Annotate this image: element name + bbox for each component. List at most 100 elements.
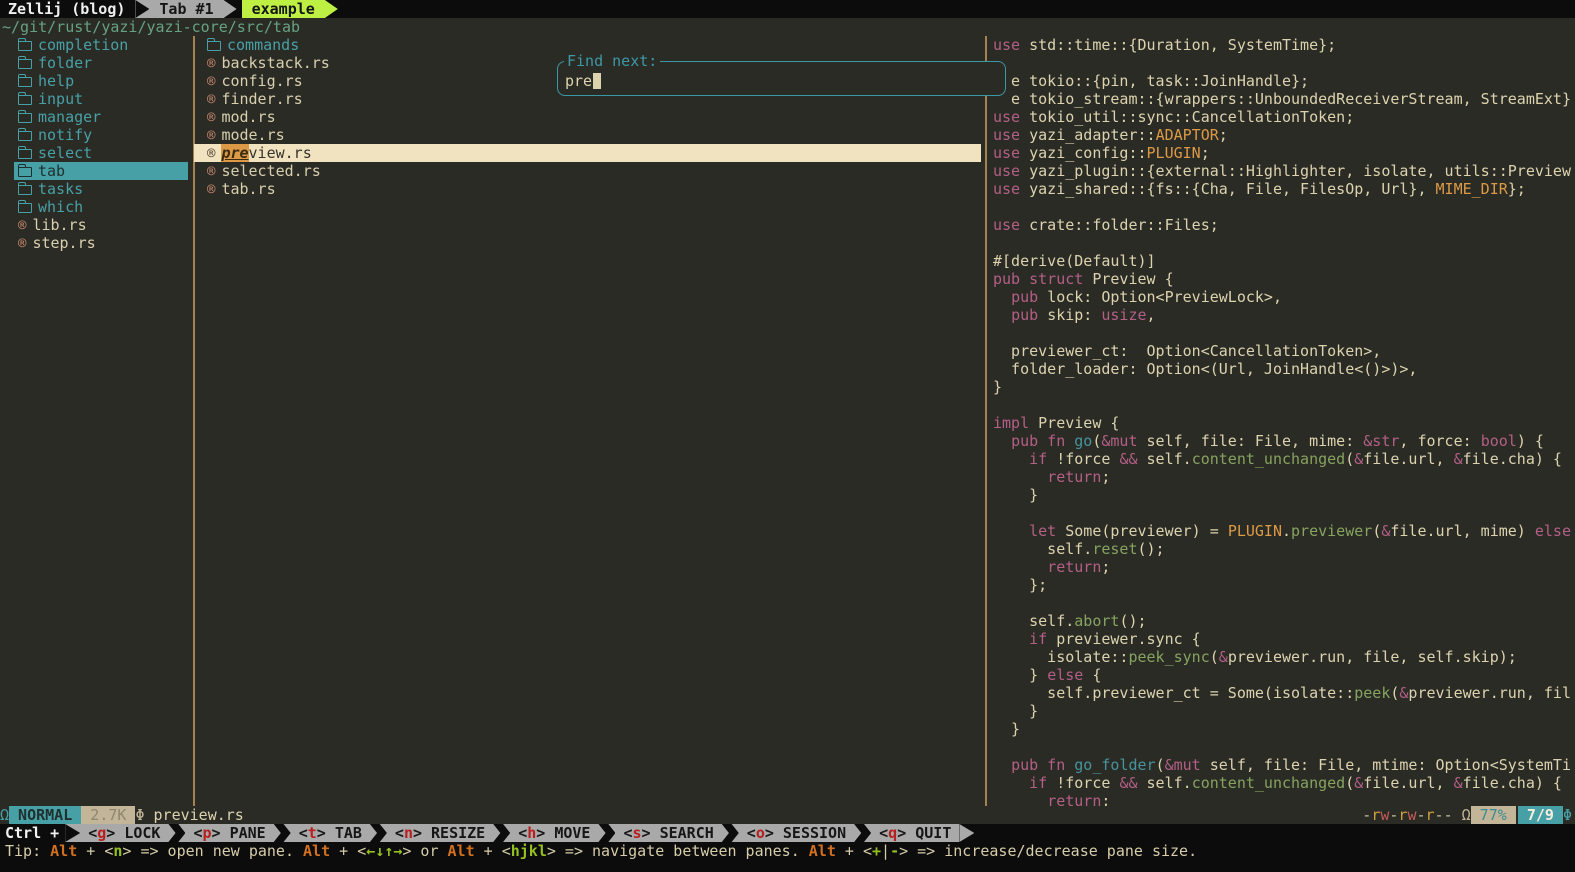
file-item[interactable]: ®step.rs (14, 234, 188, 252)
code-segment: self. (1147, 450, 1192, 468)
code-segment: . (1282, 522, 1291, 540)
code-segment: use (993, 36, 1029, 54)
keybar-item-quit[interactable]: <q> QUIT (871, 824, 959, 842)
code-line: return; (993, 558, 1110, 576)
status-segment: w (1380, 806, 1389, 824)
keybar-key: q (888, 824, 897, 842)
file-item[interactable]: ®mod.rs (194, 108, 981, 126)
folder-open-icon (207, 41, 221, 51)
file-item[interactable]: completion (14, 36, 188, 54)
file-item-label: input (38, 90, 83, 108)
code-segment: && (1119, 774, 1146, 792)
tip-segment: Alt (50, 842, 77, 860)
code-segment: ( (1210, 648, 1219, 666)
zellij-keybind-bar: Ctrl +<g> LOCK<p> PANE<t> TAB<n> RESIZE<… (0, 824, 1575, 842)
zellij-tab-bar: Zellij (blog) Tab #1 example (0, 0, 1575, 18)
find-input-box[interactable]: Find next: pre (557, 61, 1006, 96)
code-segment: e tokio_stream::{wrappers::UnboundedRece… (993, 90, 1571, 108)
tip-segment: + < (475, 842, 511, 860)
code-line: if !force && self.content_unchanged(&fil… (993, 774, 1562, 792)
file-item-label: mode.rs (221, 126, 284, 144)
file-item[interactable]: select (14, 144, 188, 162)
code-segment: file.cha) { (1463, 450, 1562, 468)
status-segment (1453, 806, 1462, 824)
code-line: pub fn go(&mut self, file: File, mime: &… (993, 432, 1544, 450)
code-line: if !force && self.content_unchanged(&fil… (993, 450, 1562, 468)
code-segment (993, 450, 1029, 468)
file-item[interactable]: notify (14, 126, 188, 144)
code-segment: Some(previewer) = (1065, 522, 1228, 540)
code-segment: previewer (1291, 522, 1372, 540)
code-segment: pub fn (1011, 756, 1074, 774)
code-line: } (993, 702, 1038, 720)
tip-segment: + < (836, 842, 872, 860)
file-item[interactable]: folder (14, 54, 188, 72)
code-segment (993, 558, 1047, 576)
file-item[interactable]: help (14, 72, 188, 90)
keybar-item-move[interactable]: <h> MOVE (510, 824, 598, 842)
code-segment: isolate:: (993, 648, 1128, 666)
code-segment: std::time::{Duration, SystemTime}; (1029, 36, 1336, 54)
keybar-item-session[interactable]: <o> SESSION (739, 824, 854, 842)
code-segment: usize (1101, 306, 1146, 324)
keybar-item-lock[interactable]: <g> LOCK (80, 824, 168, 842)
rust-file-icon: ® (18, 217, 26, 235)
code-segment: #[derive(Default)] (993, 252, 1156, 270)
code-line: let Some(previewer) = PLUGIN.previewer(&… (993, 522, 1571, 540)
tip-segment: Alt (809, 842, 836, 860)
keybar-key: h (527, 824, 536, 842)
code-line: } (993, 486, 1038, 504)
find-input-value: pre (565, 72, 592, 90)
file-item[interactable]: manager (14, 108, 188, 126)
file-item[interactable]: ®preview.rs (194, 144, 981, 162)
status-segment: Φ (135, 806, 144, 824)
code-segment: if (1029, 630, 1056, 648)
code-segment: else (1047, 666, 1083, 684)
code-line: use crate::folder::Files; (993, 216, 1219, 234)
file-item[interactable]: ®tab.rs (194, 180, 981, 198)
find-input[interactable]: pre (565, 72, 601, 90)
tab-example-active[interactable]: example (242, 0, 325, 18)
code-segment: && (1119, 450, 1146, 468)
code-segment (993, 432, 1011, 450)
code-segment (993, 630, 1029, 648)
file-item-label: folder (38, 54, 92, 72)
folder-open-icon (18, 59, 32, 69)
code-line: use tokio_util::sync::CancellationToken; (993, 108, 1354, 126)
file-item-label: lib.rs (32, 216, 86, 234)
keybar-bracket: < (518, 824, 527, 842)
code-line: pub fn go_folder(&mut self, file: File, … (993, 756, 1571, 774)
code-segment: ADAPTOR (1156, 126, 1219, 144)
tab-1[interactable]: Tab #1 (149, 0, 223, 18)
code-segment: previewer.run, file, self.skip); (1228, 648, 1517, 666)
code-segment: } (993, 486, 1038, 504)
code-segment (993, 792, 1047, 806)
code-segment: self. (993, 540, 1092, 558)
code-segment: if (1029, 774, 1056, 792)
file-item[interactable]: tab (14, 162, 188, 180)
terminal-screen: Zellij (blog) Tab #1 example ~/git/rust/… (0, 0, 1575, 872)
keybar-bracket: < (623, 824, 632, 842)
file-item[interactable]: ®mode.rs (194, 126, 981, 144)
file-item[interactable]: tasks (14, 180, 188, 198)
file-item-label: select (38, 144, 92, 162)
keybar-bracket: < (879, 824, 888, 842)
code-line: } else { (993, 666, 1101, 684)
folder-open-icon (18, 113, 32, 123)
find-match-text: pre (221, 144, 248, 162)
code-segment (993, 288, 1011, 306)
code-line: } (993, 720, 1020, 738)
file-item[interactable]: ® lib.rs (14, 216, 188, 234)
file-item[interactable]: ®selected.rs (194, 162, 981, 180)
keybar-item-pane[interactable]: <p> PANE (185, 824, 273, 842)
keybar-item-search[interactable]: <s> SEARCH (615, 824, 721, 842)
code-segment: self, file: File, mtime: Option<SystemTi (1201, 756, 1571, 774)
code-segment (993, 522, 1029, 540)
code-segment: return (1047, 558, 1101, 576)
keybar-item-tab[interactable]: <t> TAB (291, 824, 370, 842)
code-segment: }; (993, 576, 1047, 594)
file-item[interactable]: input (14, 90, 188, 108)
file-item[interactable]: which (14, 198, 188, 216)
keybar-item-resize[interactable]: <n> RESIZE (387, 824, 493, 842)
keybar-bracket: > (536, 824, 554, 842)
